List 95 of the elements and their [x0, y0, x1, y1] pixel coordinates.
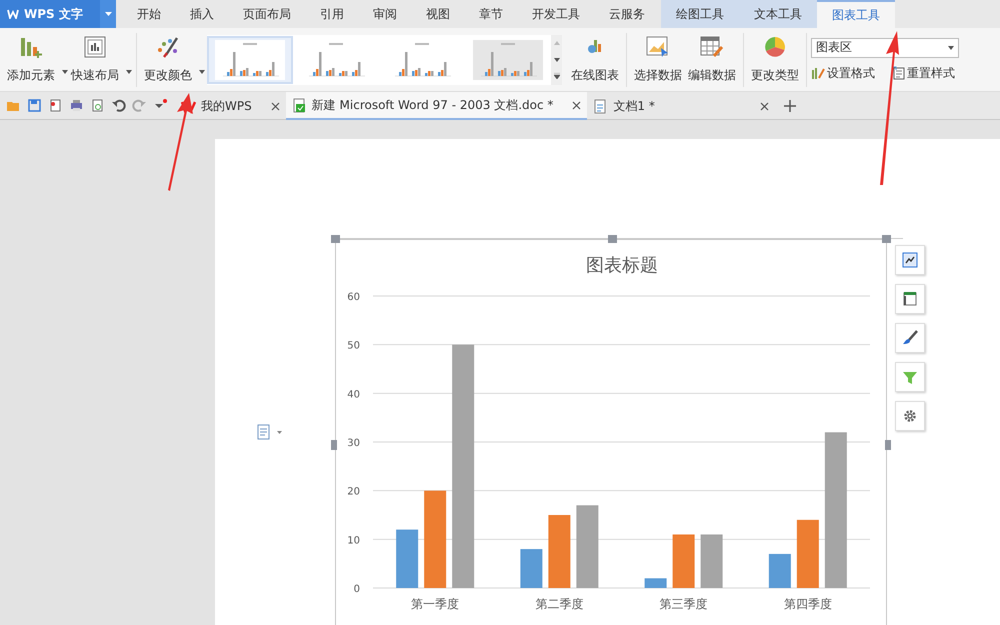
chart-settings-button[interactable]	[895, 401, 925, 431]
w-logo-icon	[7, 9, 19, 19]
caret-icon	[199, 70, 205, 74]
resize-handle[interactable]	[608, 235, 617, 243]
close-tab-icon[interactable]	[572, 100, 582, 110]
y-axis-label: 0	[354, 584, 360, 595]
change-type-button[interactable]: 更改类型	[748, 32, 802, 88]
bar[interactable]	[520, 549, 542, 588]
export-document-icon[interactable]	[48, 98, 62, 113]
caret-icon	[948, 46, 954, 50]
chart-layout-icon	[901, 290, 919, 308]
bar[interactable]	[548, 515, 570, 588]
paint-brush-icon	[156, 36, 180, 58]
edit-table-icon	[700, 36, 724, 58]
add-element-button[interactable]: 添加元素	[4, 32, 64, 88]
y-axis-label: 20	[347, 486, 360, 498]
change-color-button[interactable]: 更改颜色	[141, 32, 201, 88]
ribbon-tab[interactable]: 页面布局	[230, 0, 304, 28]
resize-handle[interactable]	[331, 235, 340, 243]
chart-preview-drawing	[473, 40, 543, 80]
ribbon-tab[interactable]: 绘图工具	[661, 0, 739, 28]
select-data-button[interactable]: 选择数据	[631, 32, 685, 88]
save-icon[interactable]	[26, 98, 42, 113]
ribbon-tab[interactable]: 引用	[307, 0, 357, 28]
bar[interactable]	[452, 344, 474, 588]
resize-handle[interactable]	[331, 440, 337, 450]
ribbon-tab[interactable]: 图表工具	[817, 0, 895, 28]
ribbon-tab[interactable]: 文本工具	[739, 0, 817, 28]
print-icon[interactable]	[68, 98, 84, 113]
chart-title: 图表标题	[586, 255, 658, 276]
paste-options-icon[interactable]	[257, 424, 283, 440]
bar[interactable]	[796, 520, 819, 588]
chart-style-brush-button[interactable]	[895, 323, 925, 353]
edit-data-button[interactable]: 编辑数据	[685, 32, 739, 88]
y-axis-label: 40	[347, 389, 360, 400]
bar[interactable]	[824, 432, 847, 588]
resize-handle[interactable]	[885, 440, 891, 450]
x-axis-label: 第一季度	[411, 597, 460, 611]
ribbon-tab[interactable]: 插入	[177, 0, 227, 28]
ribbon-tab[interactable]: 章节	[466, 0, 516, 28]
select-data-icon	[646, 36, 670, 58]
format-button[interactable]: 设置格式	[811, 64, 875, 82]
bar[interactable]	[424, 490, 446, 588]
bar[interactable]	[576, 505, 598, 588]
print-preview-icon[interactable]	[90, 98, 104, 113]
close-tab-icon[interactable]	[270, 102, 280, 110]
ribbon-tab[interactable]: 开始	[124, 0, 174, 28]
undo-icon[interactable]	[110, 98, 126, 113]
resize-handle[interactable]	[882, 235, 891, 243]
chart-filter-button[interactable]	[895, 362, 925, 392]
online-chart-button[interactable]: 在线图表	[568, 32, 622, 88]
y-axis-label: 10	[347, 535, 360, 546]
ribbon-tab[interactable]: 视图	[413, 0, 463, 28]
app-menu-caret-button[interactable]	[100, 0, 116, 28]
pie-chart-icon	[764, 36, 786, 58]
chart-layout-button[interactable]	[895, 284, 925, 314]
chart-elements-icon	[901, 251, 919, 269]
quick-layout-button[interactable]: 快速布局	[68, 32, 128, 88]
format-brush-icon	[811, 66, 825, 80]
x-axis-label: 第二季度	[535, 597, 584, 611]
x-axis-label: 第四季度	[784, 597, 832, 611]
y-axis-label: 50	[347, 340, 360, 352]
bar[interactable]	[700, 534, 723, 588]
chart-elements-button[interactable]	[895, 245, 925, 275]
chart-style-brush-icon	[901, 329, 919, 347]
document-tab[interactable]: 文档1 *	[587, 92, 775, 120]
bar-chart-plus-icon	[19, 36, 43, 58]
bar[interactable]	[644, 578, 667, 588]
chart-layout-icon	[84, 36, 106, 58]
chart-element-dropdown[interactable]: 图表区	[811, 38, 959, 58]
caret-icon	[62, 70, 68, 74]
bar[interactable]	[768, 554, 791, 588]
caret-icon	[554, 58, 560, 62]
caret-icon	[126, 70, 132, 74]
up-caret-icon	[554, 40, 560, 45]
plus-icon	[782, 98, 797, 112]
document-tab[interactable]: 新建 Microsoft Word 97 - 2003 文档.doc *	[286, 92, 588, 120]
document-icon	[593, 98, 608, 114]
app-menu-button[interactable]: WPS 文字	[0, 0, 100, 28]
ribbon-tab[interactable]: 开发工具	[519, 0, 593, 28]
chart-style-thumbnail[interactable]	[207, 36, 293, 84]
ribbon-tab[interactable]: 云服务	[596, 0, 658, 28]
expand-icon	[554, 73, 560, 80]
close-tab-icon[interactable]	[760, 102, 769, 110]
y-axis-label: 60	[347, 292, 360, 303]
caret-icon	[104, 12, 112, 16]
ribbon-tab[interactable]: 审阅	[360, 0, 410, 28]
document-icon	[292, 98, 307, 112]
x-axis-label: 第三季度	[660, 597, 708, 611]
redo-icon[interactable]	[132, 98, 146, 113]
y-axis-label: 30	[347, 438, 360, 449]
bar[interactable]	[396, 530, 418, 588]
bar[interactable]	[672, 534, 695, 588]
chart-preview-drawing	[215, 40, 285, 80]
reset-page-icon	[891, 66, 905, 80]
